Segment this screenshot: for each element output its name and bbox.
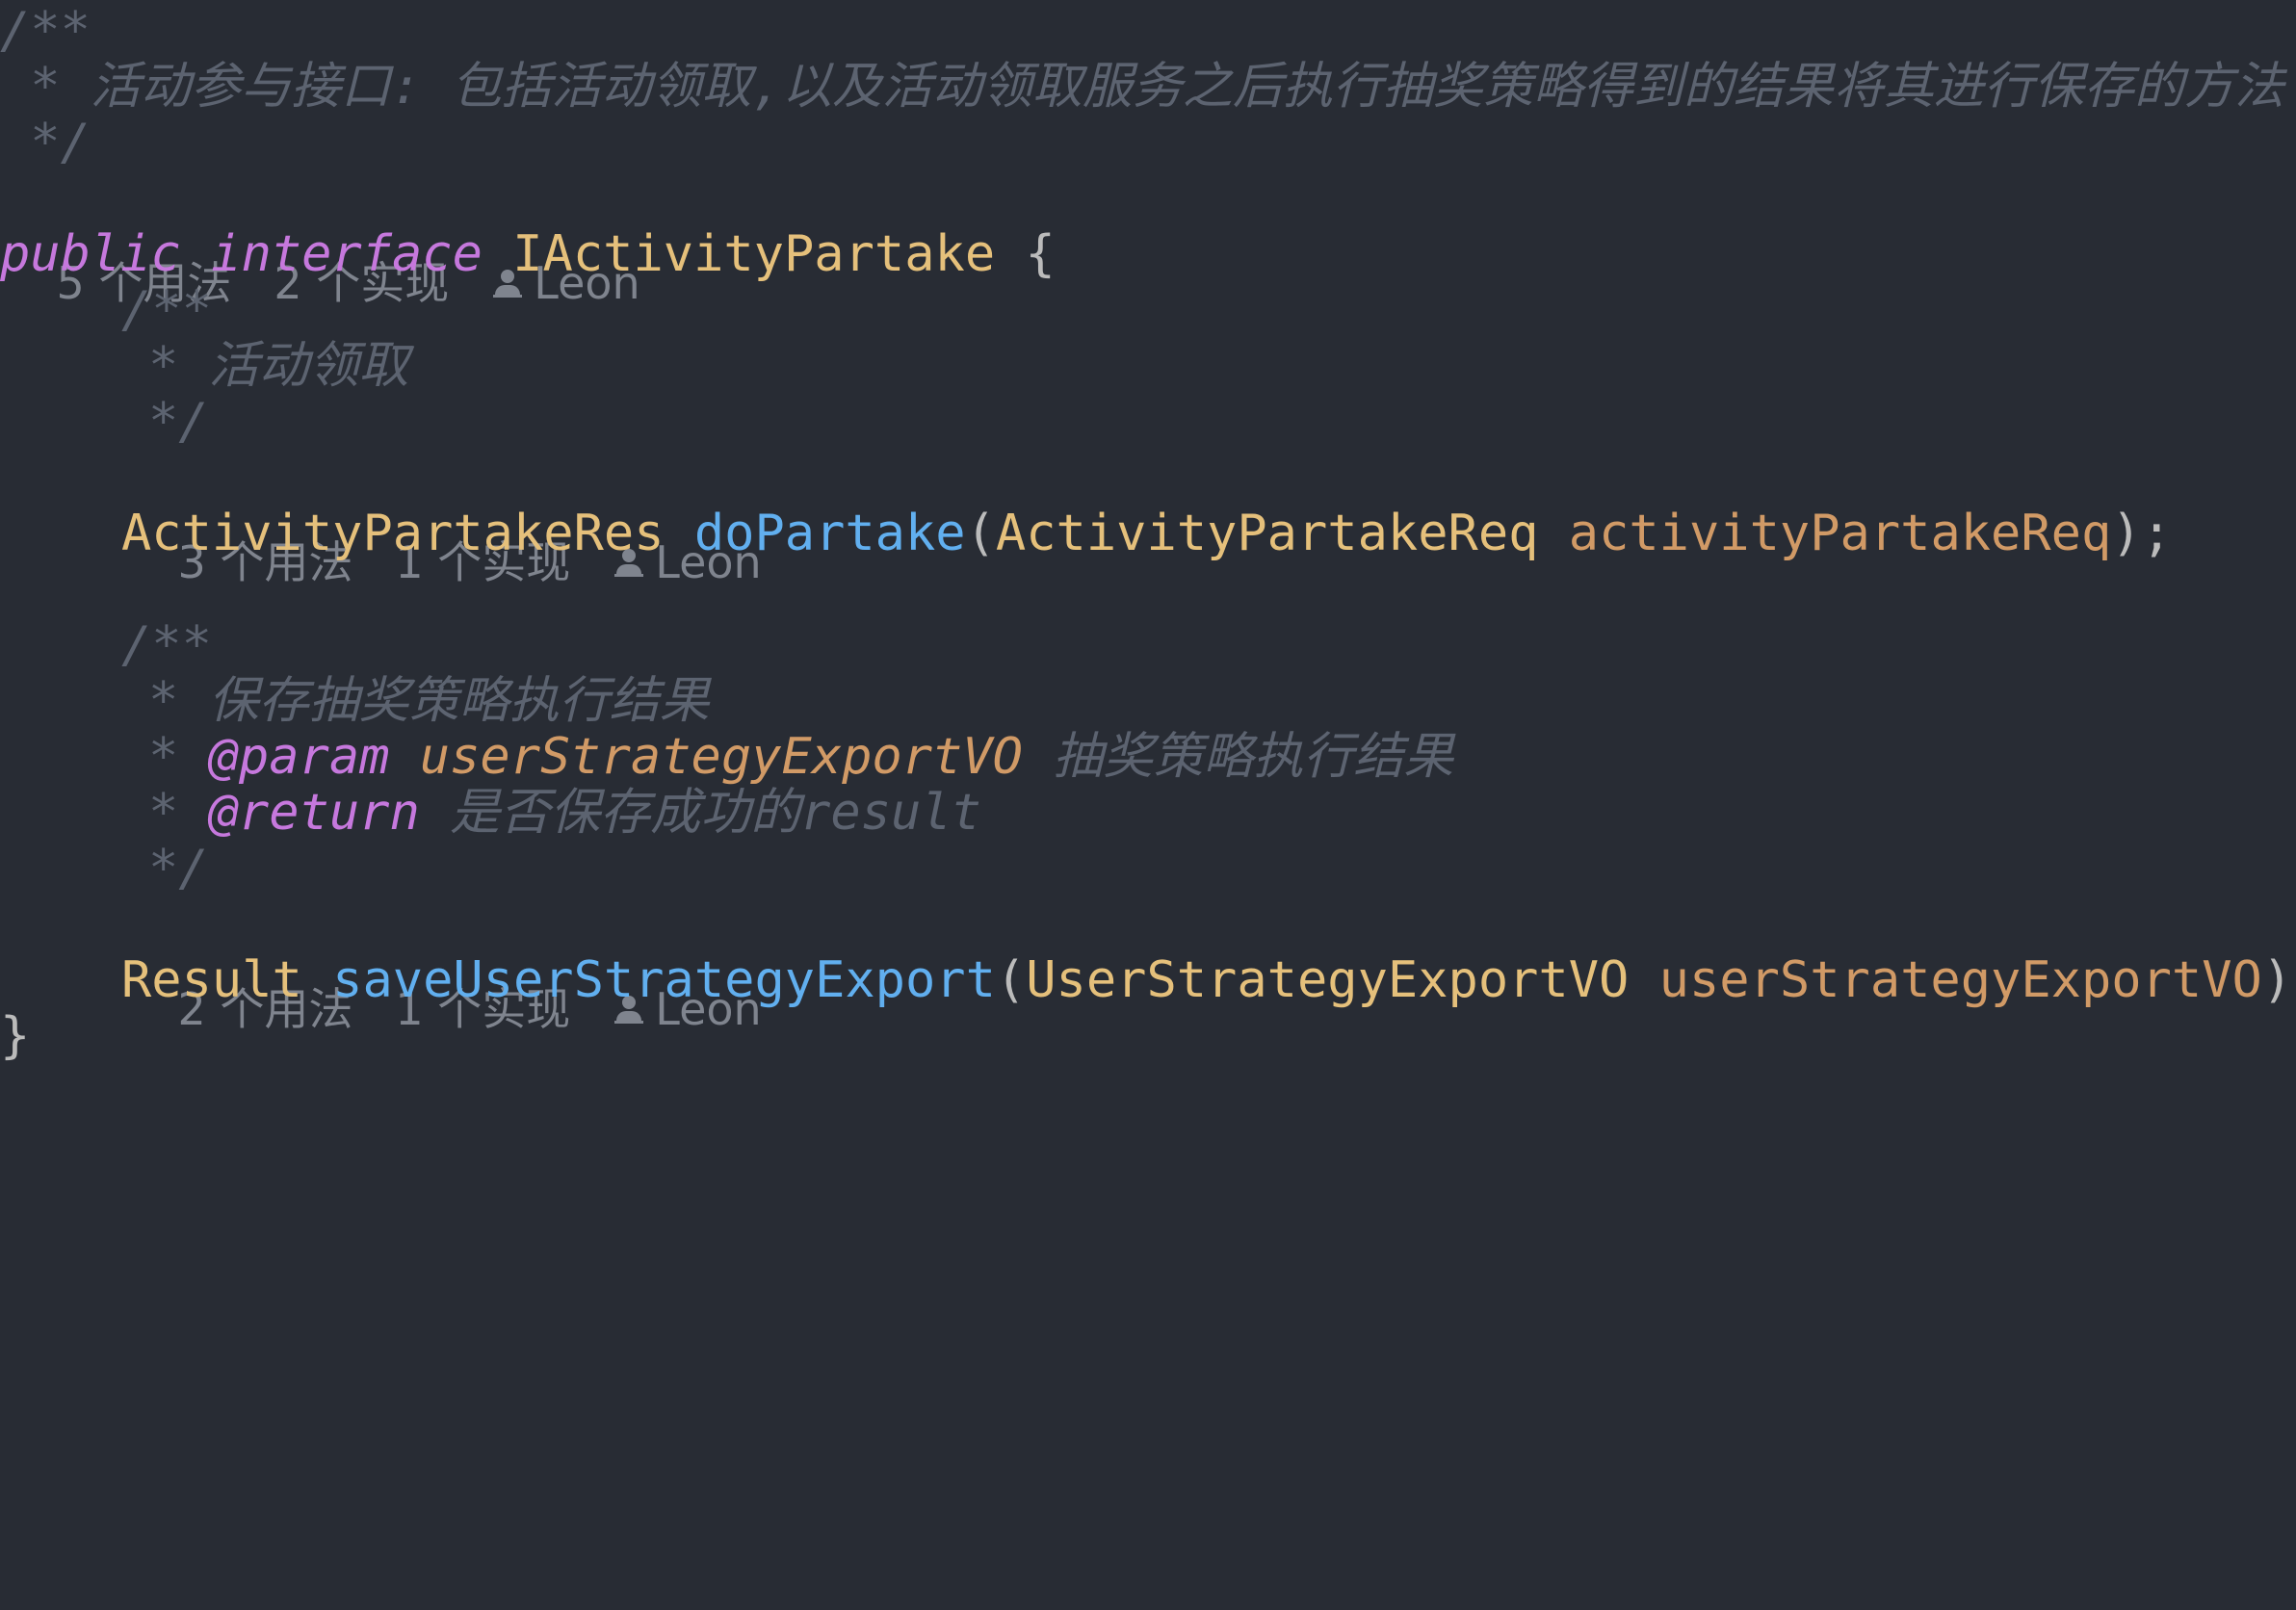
code-editor[interactable]: /** * 活动参与接口: 包括活动领取,以及活动领取服务之后执行抽奖策略得到的… bbox=[0, 0, 2296, 1610]
method-declaration: ActivityPartakeRes doPartake(ActivityPar… bbox=[0, 491, 2172, 576]
method-declaration: Result saveUserStrategyExport(UserStrate… bbox=[0, 938, 2296, 1023]
param-name: userStrategyExportVO bbox=[1658, 951, 2262, 1009]
param-type[interactable]: ActivityPartakeReq bbox=[996, 505, 1539, 562]
statement-end: ); bbox=[2111, 505, 2172, 562]
return-type[interactable]: ActivityPartakeRes bbox=[121, 505, 665, 562]
open-paren: ( bbox=[995, 951, 1027, 1009]
statement-end: ); bbox=[2261, 951, 2296, 1009]
open-brace: { bbox=[1025, 225, 1056, 283]
doc-comment-text: * 活动参与接口: 包括活动领取,以及活动领取服务之后执行抽奖策略得到的结果将其… bbox=[0, 58, 2284, 116]
return-type[interactable]: Result bbox=[121, 951, 302, 1009]
return-tag: @return bbox=[208, 784, 420, 842]
return-description: 是否保存成功的result bbox=[450, 784, 981, 842]
open-paren: ( bbox=[965, 505, 996, 562]
param-name: activityPartakeReq bbox=[1568, 505, 2112, 562]
param-type[interactable]: UserStrategyExportVO bbox=[1026, 951, 1629, 1009]
interface-keyword: interface bbox=[211, 225, 483, 283]
param-description: 抽奖策略执行结果 bbox=[1053, 728, 1454, 786]
interface-name[interactable]: IActivityPartake bbox=[512, 225, 995, 283]
close-brace: } bbox=[0, 1007, 31, 1065]
method-name[interactable]: saveUserStrategyExport bbox=[332, 951, 996, 1009]
method-name[interactable]: doPartake bbox=[694, 505, 966, 562]
